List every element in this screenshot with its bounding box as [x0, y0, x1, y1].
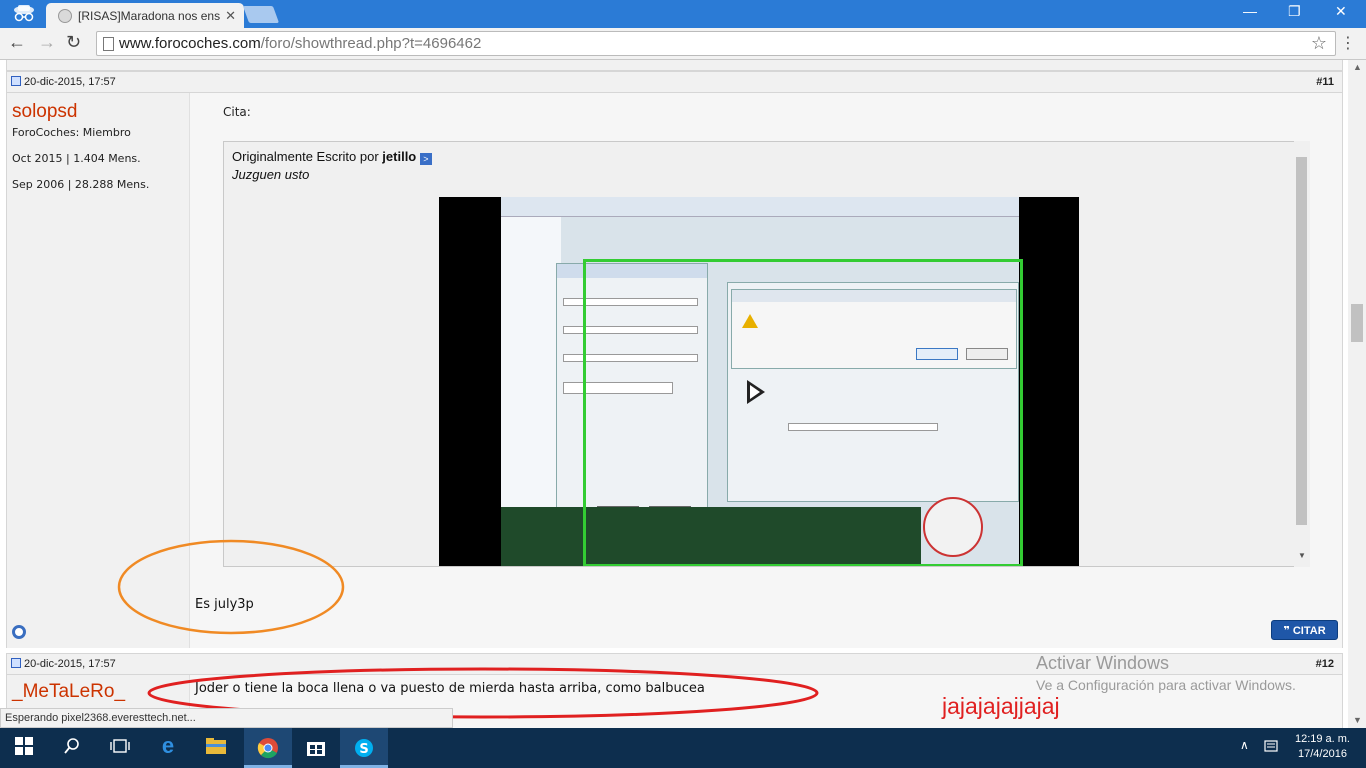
post-icon [11, 76, 21, 86]
post-header: 20-dic-2015, 17:57 #11 [7, 72, 1342, 93]
browser-tab-bar: [RISAS]Maradona nos ens ✕ — ❐ ✕ [0, 0, 1366, 28]
user-rank: ForoCoches: Miembro [12, 126, 131, 139]
page-content: 20-dic-2015, 17:57 #11 solopsd ForoCoche… [0, 60, 1348, 728]
citar-button[interactable]: ❞ CITAR [1271, 620, 1338, 640]
browser-status-bar: Esperando pixel2368.everesttech.net... [0, 708, 453, 728]
address-bar[interactable]: www.forocoches.com/foro/showthread.php?t… [96, 31, 1336, 56]
bookmark-star-icon[interactable]: ☆ [1311, 33, 1327, 54]
incognito-icon [14, 5, 34, 22]
previous-post-bottom [6, 60, 1343, 71]
browser-tab-active[interactable]: [RISAS]Maradona nos ens ✕ [46, 3, 244, 28]
clock-date: 17/4/2016 [1298, 748, 1347, 760]
new-tab-button[interactable] [242, 6, 280, 23]
post-icon [11, 658, 21, 668]
skype-icon[interactable]: S [340, 728, 388, 768]
tab-title: [RISAS]Maradona nos ens [78, 9, 221, 23]
task-view-icon[interactable] [96, 728, 144, 768]
back-arrow-icon[interactable]: ← [8, 32, 26, 53]
chrome-menu-icon[interactable]: ⋮ [1340, 33, 1356, 53]
video-green-highlight [583, 259, 1023, 566]
scroll-down-arrow-icon[interactable]: ▼ [1353, 715, 1362, 725]
post-11: 20-dic-2015, 17:57 #11 solopsd ForoCoche… [6, 71, 1343, 648]
system-clock[interactable]: 12:19 a. m. 17/4/2016 [1295, 732, 1350, 762]
quote-prefix: Originalmente Escrito por [232, 149, 379, 164]
url-host: www.forocoches.com [119, 35, 261, 52]
scroll-up-arrow-icon[interactable]: ▲ [1353, 62, 1362, 72]
quote-scrollbar[interactable]: ▼ [1294, 141, 1310, 567]
scroll-down-arrow-icon[interactable]: ▼ [1298, 551, 1306, 560]
embedded-video[interactable] [439, 197, 1079, 566]
quote-author: jetillo [382, 149, 417, 164]
post-date: 20-dic-2015, 17:57 [24, 658, 116, 670]
citar-label: CITAR [1292, 625, 1326, 637]
post-number-link[interactable]: #11 [1316, 76, 1334, 88]
forward-arrow-icon[interactable]: → [38, 32, 56, 53]
windows-taskbar: e S ∧ 12:19 a. m. 17/4/2016 [0, 728, 1366, 768]
user-join-stat: Oct 2015 | 1.404 Mens. [12, 152, 141, 165]
video-toolbar [501, 197, 1019, 217]
minimize-button[interactable]: — [1243, 3, 1257, 19]
activate-windows-subtitle: Ve a Configuración para activar Windows. [1036, 677, 1296, 693]
page-scrollbar-thumb[interactable] [1351, 304, 1363, 342]
tab-close-icon[interactable]: ✕ [225, 8, 236, 24]
status-text: Esperando pixel2368.everesttech.net... [5, 712, 196, 724]
notifications-icon[interactable] [1264, 740, 1278, 754]
file-explorer-icon[interactable] [192, 728, 240, 768]
post-number-link[interactable]: #12 [1316, 658, 1334, 670]
edge-icon[interactable]: e [144, 728, 192, 768]
post-message-area: Cita: Originalmente Escrito por jetillo … [190, 93, 1342, 648]
reload-icon[interactable]: ↻ [66, 32, 81, 53]
quote-box: Originalmente Escrito por jetillo > Juzg… [223, 141, 1306, 567]
browser-toolbar: ← → ↻ www.forocoches.com/foro/showthread… [0, 28, 1366, 60]
restore-button[interactable]: ❐ [1288, 3, 1301, 20]
play-button-inner [750, 385, 760, 399]
site-favicon-icon [58, 9, 72, 23]
post-date: 20-dic-2015, 17:57 [24, 76, 116, 88]
tray-chevron-icon[interactable]: ∧ [1240, 738, 1249, 752]
quote-marks-icon: ❞ [1283, 625, 1293, 637]
clock-time: 12:19 a. m. [1294, 733, 1350, 745]
quote-text: Juzguen usto [232, 167, 310, 182]
quote-header: Originalmente Escrito por jetillo > [232, 149, 432, 165]
activate-windows-title: Activar Windows [1036, 653, 1170, 673]
search-icon[interactable] [48, 728, 96, 768]
post-reply-text: Es july3p [195, 597, 254, 612]
online-status-icon [12, 625, 26, 639]
quote-label: Cita: [223, 105, 251, 119]
close-window-button[interactable]: ✕ [1335, 3, 1347, 20]
windows-start-icon[interactable] [0, 728, 48, 768]
chrome-icon[interactable] [244, 728, 292, 768]
page-scrollbar[interactable]: ▲ ▼ [1348, 60, 1366, 728]
user-old-stat: Sep 2006 | 28.288 Mens. [12, 178, 150, 191]
url-path: /foro/showthread.php?t=4696462 [260, 35, 482, 52]
quote-scrollbar-thumb[interactable] [1296, 157, 1307, 525]
page-icon [103, 37, 114, 51]
user-panel: solopsd ForoCoches: Miembro Oct 2015 | 1… [7, 93, 190, 648]
store-icon[interactable] [292, 728, 340, 768]
post-message-text: Joder o tiene la boca llena o va puesto … [195, 681, 705, 696]
svg-text:S: S [359, 742, 368, 757]
view-post-icon[interactable]: > [419, 153, 432, 165]
video-sidebar [501, 217, 561, 507]
username-link[interactable]: _MeTaLeRo_ [12, 681, 125, 703]
laugh-caption: jajajajajjajaj [942, 693, 1060, 719]
username-link[interactable]: solopsd [12, 101, 78, 123]
